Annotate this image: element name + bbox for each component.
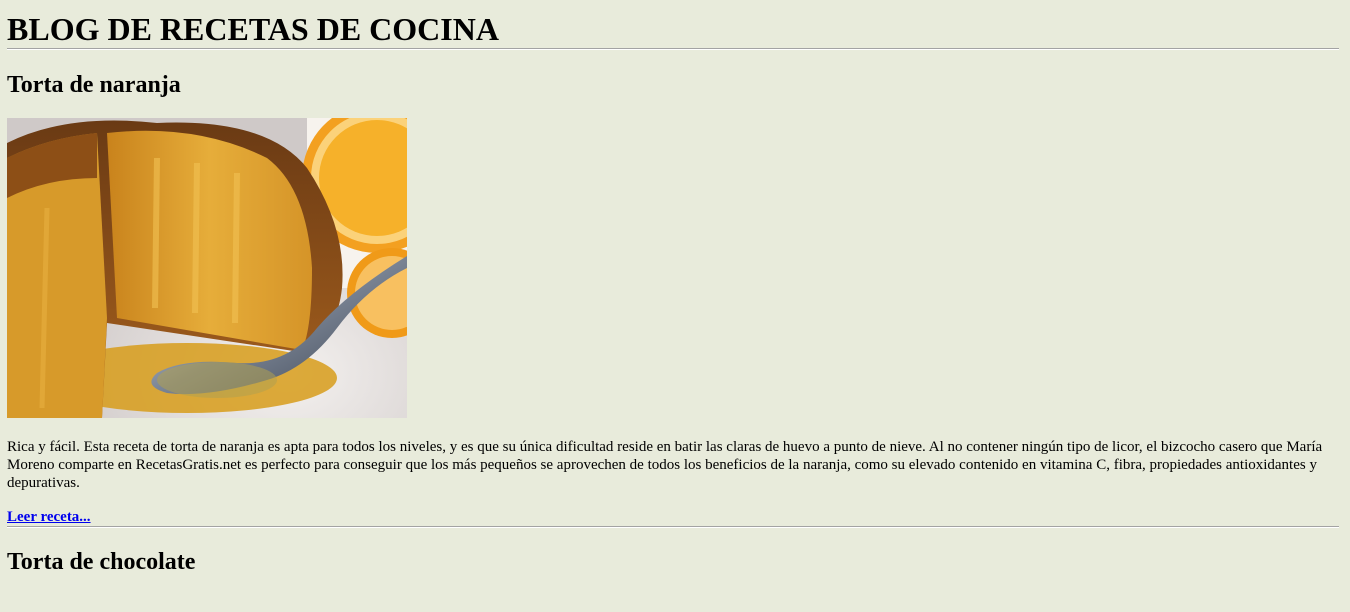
read-more-link[interactable]: Leer receta... — [7, 508, 91, 526]
post-title: Torta de chocolate — [7, 549, 196, 575]
orange-cake-image — [7, 118, 407, 418]
divider — [7, 48, 1339, 50]
page: BLOG DE RECETAS DE COCINA Torta de naran… — [0, 0, 1350, 576]
post-body: Rica y fácil. Esta receta de torta de na… — [7, 439, 1323, 491]
post-orange-cake: Torta de naranja Rica y fácil. Esta rece… — [7, 71, 1340, 526]
post-image — [7, 118, 407, 418]
divider — [7, 526, 1339, 528]
post-title: Torta de naranja — [7, 72, 181, 98]
post-chocolate-cake: Torta de chocolate — [7, 548, 1340, 576]
site-title: BLOG DE RECETAS DE COCINA — [7, 11, 499, 47]
